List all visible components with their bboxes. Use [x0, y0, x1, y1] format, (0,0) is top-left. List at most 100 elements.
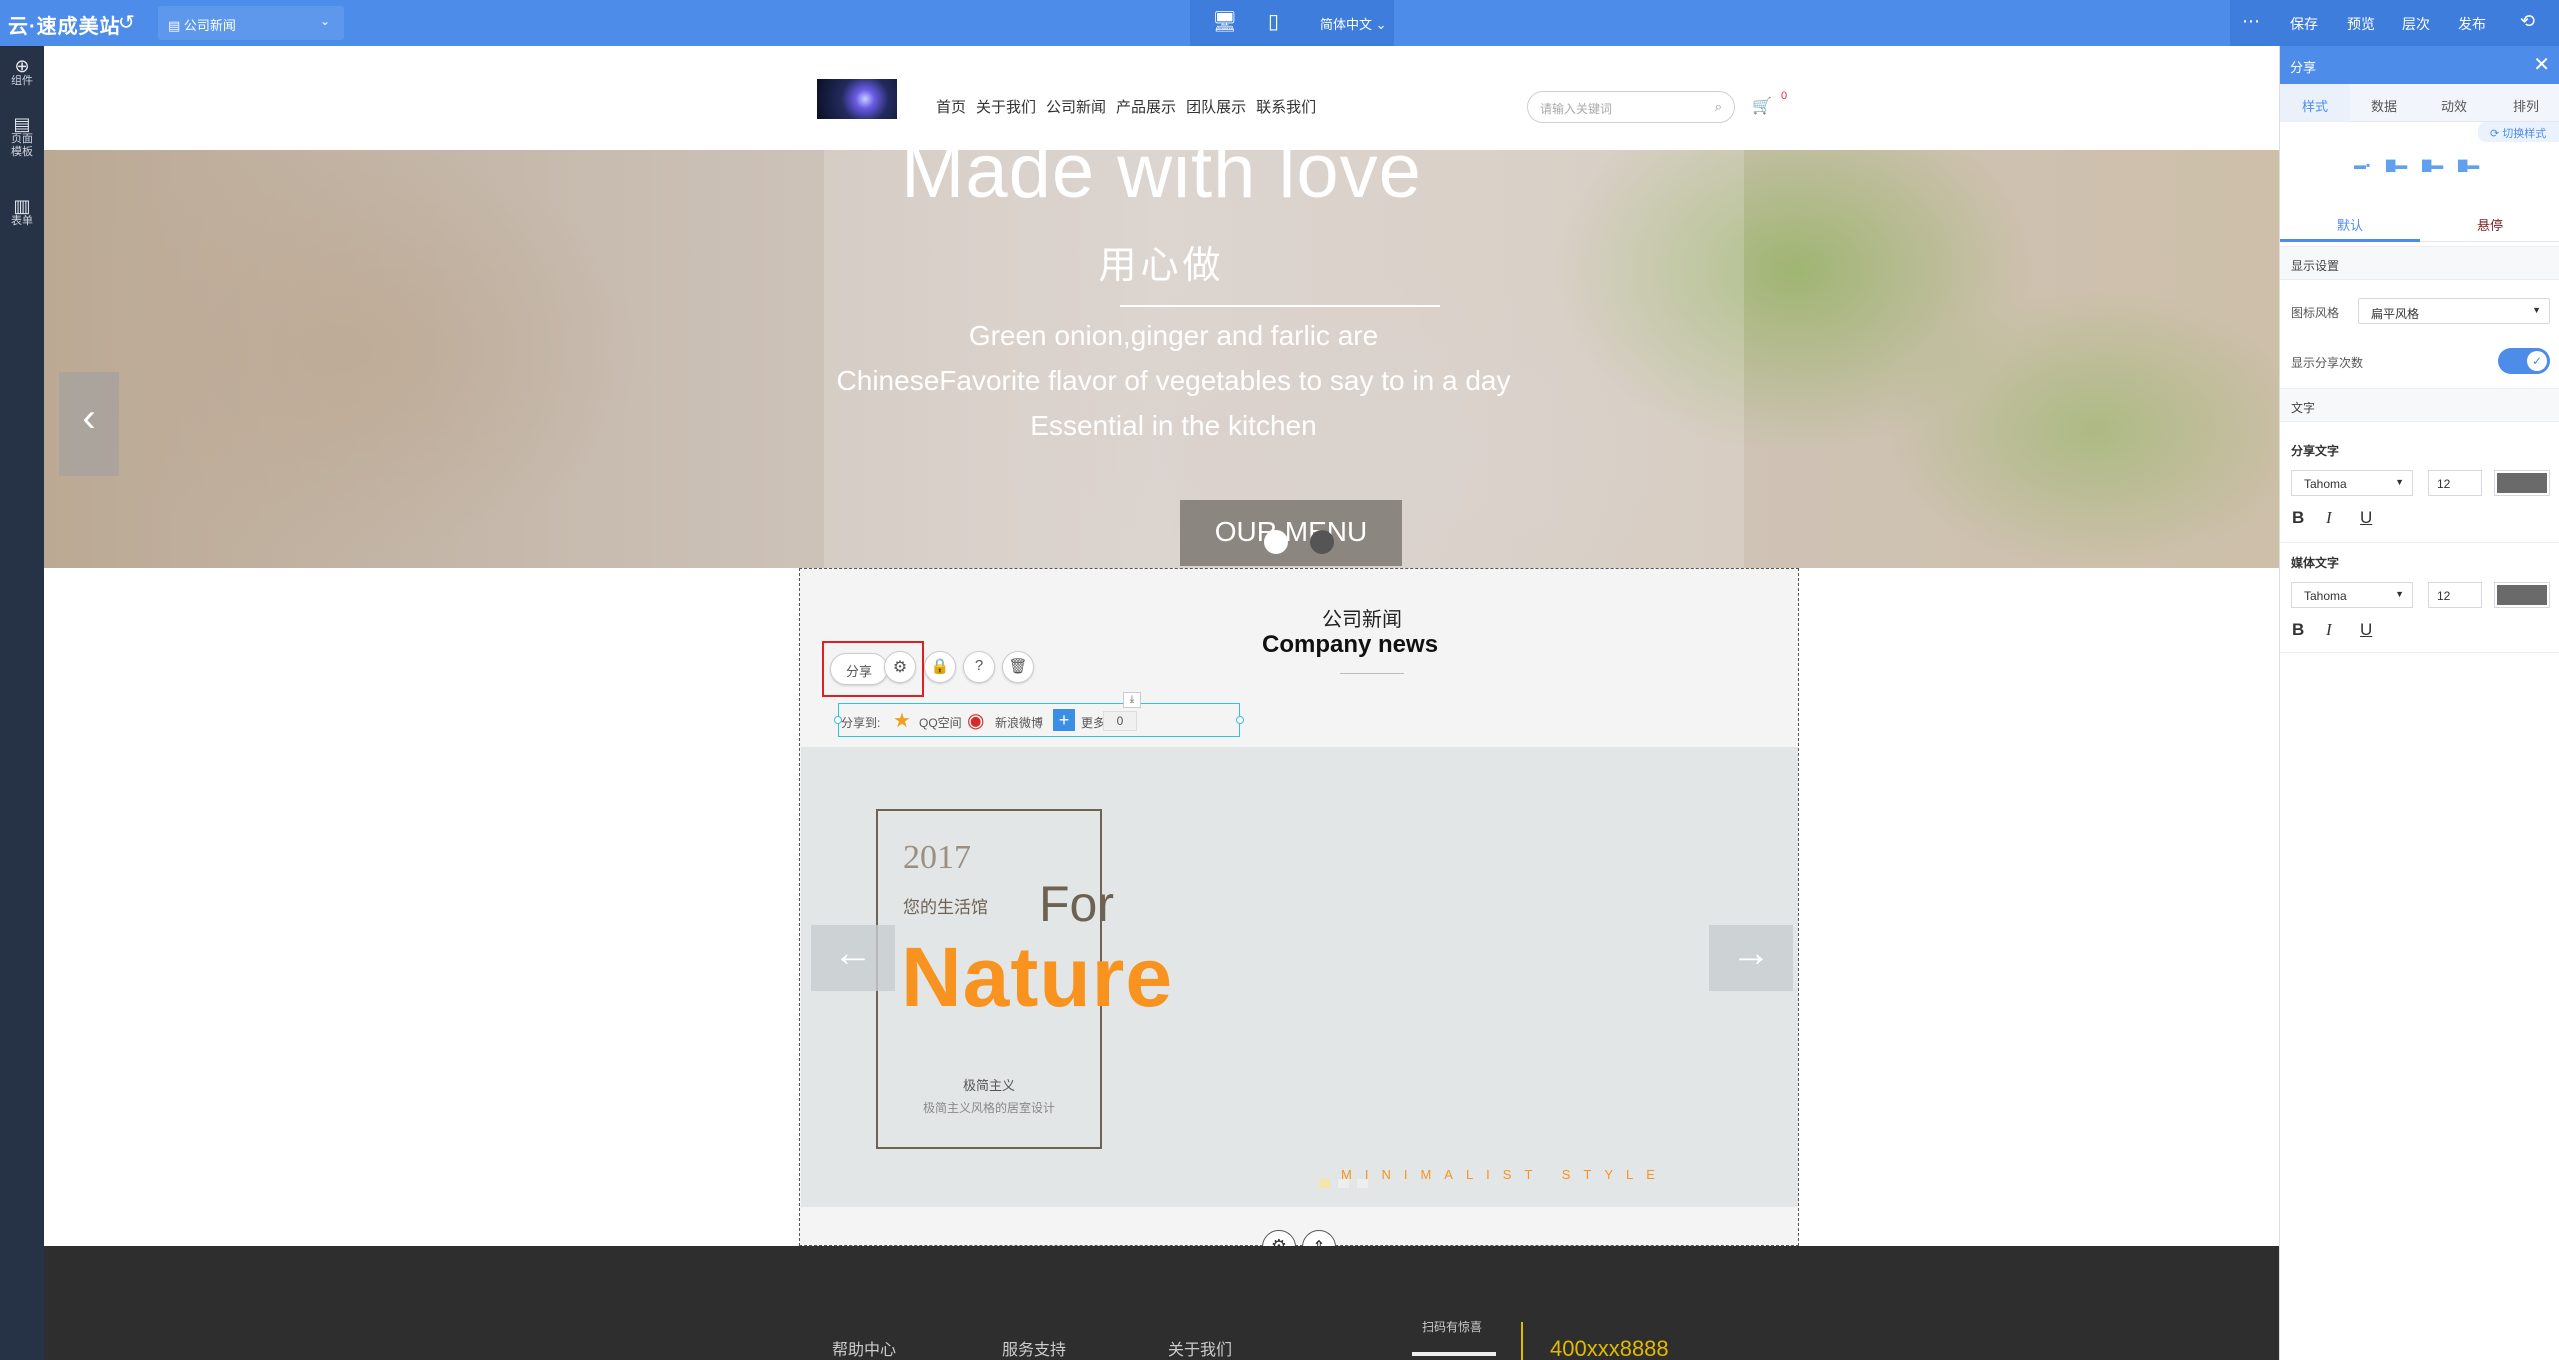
editor-canvas[interactable]: 首页 关于我们 公司新闻 产品展示 团队展示 联系我们 请输入关键词 ⌕ 🛒 0 Made… [44, 46, 2279, 1360]
style-preview-2[interactable]: ▇▬ [2386, 158, 2407, 172]
underline-button[interactable]: U [2360, 620, 2372, 640]
nav-products[interactable]: 产品展示 [1116, 99, 1176, 116]
tab-animation[interactable]: 动效 [2441, 96, 2467, 115]
banner-dot[interactable] [1310, 530, 1334, 554]
sidebar-item-page-templates[interactable]: ▤ 页面 模板 [0, 115, 44, 159]
nav-about[interactable]: 关于我们 [976, 99, 1036, 116]
banner-prev-arrow[interactable]: ‹ [59, 372, 119, 476]
color-swatch [2497, 473, 2547, 493]
bold-button[interactable]: B [2292, 508, 2304, 528]
italic-button[interactable]: I [2326, 508, 2332, 528]
search-icon[interactable]: ⌕ [1715, 99, 1722, 115]
trash-icon[interactable]: 🗑 [1002, 651, 1034, 683]
chevron-down-icon: ⌄ [319, 14, 330, 28]
plus-circle-icon: ⊕ [14, 56, 30, 76]
state-tabs: 默认 悬停 [2280, 202, 2559, 242]
divider [2280, 542, 2559, 543]
style-preview-4[interactable]: ▇▬ [2458, 158, 2479, 172]
history-icon[interactable]: ⟲ [2520, 11, 2535, 32]
switch-style-label: 切换样式 [2502, 128, 2547, 140]
share-color-picker[interactable] [2494, 470, 2550, 496]
close-icon[interactable]: ✕ [2533, 52, 2550, 77]
slider-next-arrow[interactable]: → [1709, 925, 1793, 991]
layers-button[interactable]: 层次 [2402, 14, 2430, 34]
share-qq-label[interactable]: QQ空间 [919, 714, 962, 731]
app-logo: 云·速成美站 [8, 16, 121, 38]
check-icon: ✓ [2527, 351, 2547, 371]
tab-data[interactable]: 数据 [2371, 96, 2397, 115]
media-color-picker[interactable] [2494, 582, 2550, 608]
show-count-label: 显示分享次数 [2291, 356, 2364, 370]
gear-icon[interactable]: ⚙ [884, 651, 916, 683]
mobile-icon[interactable]: ▯ [1268, 9, 1279, 34]
switch-style-button[interactable]: ⟳ 切换样式 [2478, 122, 2559, 142]
share-more-label[interactable]: 更多 [1081, 714, 1105, 731]
weibo-icon[interactable]: ◉ [967, 708, 984, 733]
download-icon[interactable]: ⤓ [1123, 692, 1141, 708]
save-button[interactable]: 保存 [2290, 14, 2318, 34]
icon-style-value: 扁平风格 [2371, 307, 2420, 321]
preview-button[interactable]: 预览 [2347, 14, 2375, 34]
display-settings-section[interactable]: 显示设置 [2280, 246, 2559, 280]
news-slider[interactable]: 2017 您的生活馆 For Nature 极简主义 极简主义风格的居室设计 M… [801, 747, 1798, 1207]
tab-default[interactable]: 默认 [2280, 202, 2420, 242]
share-weibo-label[interactable]: 新浪微博 [995, 714, 1043, 731]
banner-cn-title: 用心做 [1098, 245, 1225, 287]
slide-subtitle: 您的生活馆 [903, 898, 988, 917]
lock-icon[interactable]: 🔒 [924, 651, 956, 683]
style-preview-3[interactable]: ▇▬ [2422, 158, 2443, 172]
sidebar-item-forms[interactable]: ▥ 表单 [0, 196, 44, 228]
resize-handle-right[interactable] [1236, 716, 1244, 724]
nav-contact[interactable]: 联系我们 [1256, 99, 1316, 116]
media-font-select[interactable]: Tahoma ▼ [2291, 582, 2413, 608]
media-font-value: Tahoma [2304, 589, 2347, 603]
undo-icon[interactable]: ↺ [118, 10, 135, 35]
italic-button[interactable]: I [2326, 620, 2332, 640]
clipboard-icon: ▥ [13, 196, 31, 216]
banner-headline: Made with love [901, 150, 1422, 214]
tab-style[interactable]: 样式 [2280, 84, 2350, 122]
tab-hover[interactable]: 悬停 [2420, 202, 2559, 242]
icon-style-select[interactable]: 扁平风格 ▼ [2358, 298, 2550, 324]
footer-link-help[interactable]: 帮助中心 [832, 1336, 896, 1360]
company-news-section[interactable]: 公司新闻 Company news 分享 ⚙ 🔒 ? 🗑 分享到: ★ QQ空间… [799, 568, 1799, 1246]
slider-prev-arrow[interactable]: ← [811, 925, 895, 991]
sidebar-item-label: 表单 [11, 215, 33, 227]
help-icon[interactable]: ? [963, 651, 995, 683]
language-select[interactable]: 简体中文 ⌄ [1320, 14, 1387, 33]
site-logo[interactable] [817, 79, 897, 119]
style-preview-1[interactable]: ▬▪ [2354, 158, 2370, 172]
tab-arrange[interactable]: 排列 [2513, 96, 2539, 115]
slide-dot-active[interactable] [1319, 1179, 1330, 1188]
banner-desc-line: Essential in the kitchen [1030, 410, 1317, 441]
divider [2280, 652, 2559, 653]
site-search-input[interactable]: 请输入关键词 ⌕ [1527, 91, 1735, 123]
banner-dot-active[interactable] [1264, 530, 1288, 554]
nav-news[interactable]: 公司新闻 [1046, 99, 1106, 116]
text-section[interactable]: 文字 [2280, 388, 2559, 422]
top-actions: ⋯ 保存 预览 层次 发布 ⟲ [2230, 0, 2559, 46]
nav-home[interactable]: 首页 [936, 99, 966, 116]
share-widget-button[interactable]: 分享 [830, 653, 888, 685]
hero-banner[interactable]: Made with love 用心做 Green onion,ginger an… [44, 150, 2279, 568]
qzone-star-icon[interactable]: ★ [893, 708, 911, 733]
share-bar[interactable]: 分享到: ★ QQ空间 ◉ 新浪微博 + 更多 0 ⤓ [834, 692, 1244, 737]
nav-team[interactable]: 团队展示 [1186, 99, 1246, 116]
cart-icon[interactable]: 🛒 [1752, 96, 1772, 116]
sidebar-item-components[interactable]: ⊕ 组件 [0, 56, 44, 88]
our-menu-button[interactable]: OUR MENU [1180, 500, 1402, 566]
cart-count: 0 [1781, 90, 1788, 102]
share-font-select[interactable]: Tahoma ▼ [2291, 470, 2413, 496]
bold-button[interactable]: B [2292, 620, 2304, 640]
footer-link-support[interactable]: 服务支持 [1002, 1336, 1066, 1360]
footer-link-about[interactable]: 关于我们 [1168, 1336, 1232, 1360]
share-more-plus-icon[interactable]: + [1053, 709, 1075, 731]
desktop-icon[interactable]: 🖥 [1212, 9, 1237, 34]
share-size-input[interactable]: 12 [2428, 470, 2482, 496]
publish-button[interactable]: 发布 [2458, 14, 2486, 34]
underline-button[interactable]: U [2360, 508, 2372, 528]
more-icon[interactable]: ⋯ [2242, 11, 2260, 32]
media-size-input[interactable]: 12 [2428, 582, 2482, 608]
page-select[interactable]: ▤ 公司新闻 ⌄ [158, 6, 344, 40]
show-count-toggle[interactable]: ✓ [2498, 348, 2550, 374]
